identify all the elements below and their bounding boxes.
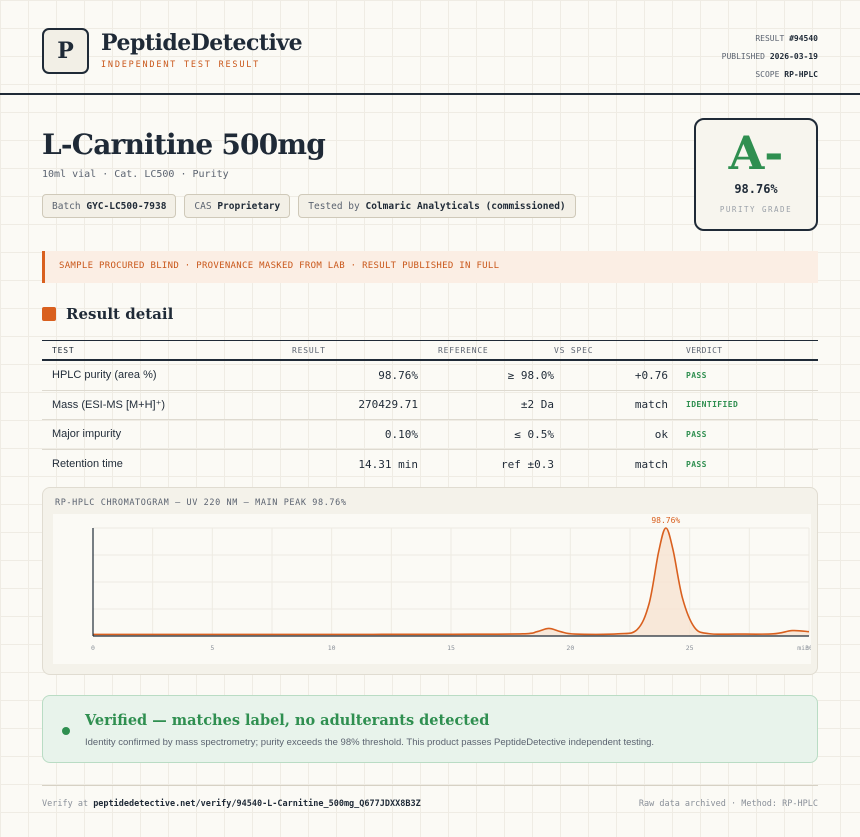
verified-body: Identity confirmed by mass spectrometry;… [85,737,655,748]
x-tick-label: 25 [686,644,694,652]
cell-result: 14.31 min [358,457,418,471]
verified-title: Verified — matches label, no adulterants… [85,712,490,729]
grade-label: PURITY GRADE [719,205,793,214]
verify-link-text: Verify at peptidedetective.net/verify/94… [42,799,421,809]
cell-vs-spec: match [634,457,668,471]
cell-verdict: IDENTIFIED [686,400,739,410]
cell-verdict: PASS [686,429,707,439]
table-row: Major impurity 0.10% ≤ 0.5% ok PASS [42,420,818,450]
chart-title: RP-HPLC CHROMATOGRAM — UV 220 NM — MAIN … [55,498,347,508]
grade-percent: 98.76% [734,182,778,196]
header-divider [0,93,860,95]
brand-logo: P [42,28,89,74]
cell-reference: ≥ 98.0% [507,368,554,382]
footer-method: Raw data archived · Method: RP-HPLC [638,799,818,809]
cas-chip: CAS Proprietary [184,194,291,218]
brand-name: PeptideDetective [101,30,303,56]
chromatogram-chart: 0 5 10 15 20 25 30min98.76% [53,514,811,664]
meta-scope: SCOPE RP-HPLC [755,70,818,79]
table-row: HPLC purity (area %) 98.76% ≥ 98.0% +0.7… [42,361,818,391]
cell-reference: ±2 Da [520,398,554,412]
table-row: Retention time 14.31 min ref ±0.3 match … [42,450,818,480]
verified-dot-icon [62,727,70,735]
cell-reference: ref ±0.3 [501,457,554,471]
section-marker-icon [42,307,56,321]
col-test: TEST [52,345,75,355]
cell-vs-spec: +0.76 [634,368,668,382]
cell-test: HPLC purity (area %) [52,369,157,382]
cell-vs-spec: ok [654,427,668,441]
table-header: TEST RESULT REFERENCE VS SPEC VERDICT [42,341,818,361]
cell-reference: ≤ 0.5% [514,427,554,441]
meta-result: RESULT #94540 [755,34,818,43]
x-tick-label: 15 [447,644,455,652]
peak-annotation: 98.76% [651,516,680,525]
cell-test: Major impurity [52,428,122,441]
table-row: Mass (ESI-MS [M+H]⁺) 270429.71 ±2 Da mat… [42,391,818,420]
product-subtitle: 10ml vial · Cat. LC500 · Purity [42,169,229,180]
procurement-notice: SAMPLE PROCURED BLIND · PROVENANCE MASKE… [42,251,818,283]
product-title: L-Carnitine 500mg [42,128,326,161]
cell-test: Retention time [52,458,123,471]
purity-grade-card: A- 98.76% PURITY GRADE [694,118,818,231]
col-vs-spec: VS SPEC [554,345,594,355]
footer-divider [42,785,818,786]
cell-result: 0.10% [384,427,418,441]
chart-plot-area [53,514,811,664]
cell-result: 270429.71 [358,398,418,412]
col-verdict: VERDICT [686,345,723,355]
cell-vs-spec: match [634,398,668,412]
cell-test: Mass (ESI-MS [M+H]⁺) [52,399,166,412]
x-axis-unit-label: min [797,644,809,652]
result-meta: RESULT #94540 PUBLISHED 2026-03-19 SCOPE… [722,30,818,84]
product-chips: Batch GYC-LC500-7938 CAS Proprietary Tes… [42,194,576,218]
x-tick-label: 5 [210,644,214,652]
col-result: RESULT [292,345,326,355]
cell-result: 98.76% [378,368,418,382]
cell-verdict: PASS [686,459,707,469]
brand-tagline: INDEPENDENT TEST RESULT [101,60,261,70]
verify-url[interactable]: peptidedetective.net/verify/94540-L-Carn… [93,799,421,809]
batch-chip: Batch GYC-LC500-7938 [42,194,177,218]
result-table: TEST RESULT REFERENCE VS SPEC VERDICT HP… [42,340,818,479]
col-reference: REFERENCE [438,345,489,355]
section-header: Result detail [42,305,173,323]
section-title: Result detail [66,305,174,323]
cell-verdict: PASS [686,370,707,380]
x-tick-label: 0 [91,644,95,652]
tested-by-chip: Tested by Colmaric Analyticals (commissi… [298,194,576,218]
x-tick-label: 10 [328,644,336,652]
chromatogram-card: RP-HPLC CHROMATOGRAM — UV 220 NM — MAIN … [42,487,818,675]
meta-published: PUBLISHED 2026-03-19 [721,52,818,61]
grade-letter: A- [728,126,784,180]
verified-banner: Verified — matches label, no adulterants… [42,695,818,763]
x-tick-label: 20 [566,644,574,652]
